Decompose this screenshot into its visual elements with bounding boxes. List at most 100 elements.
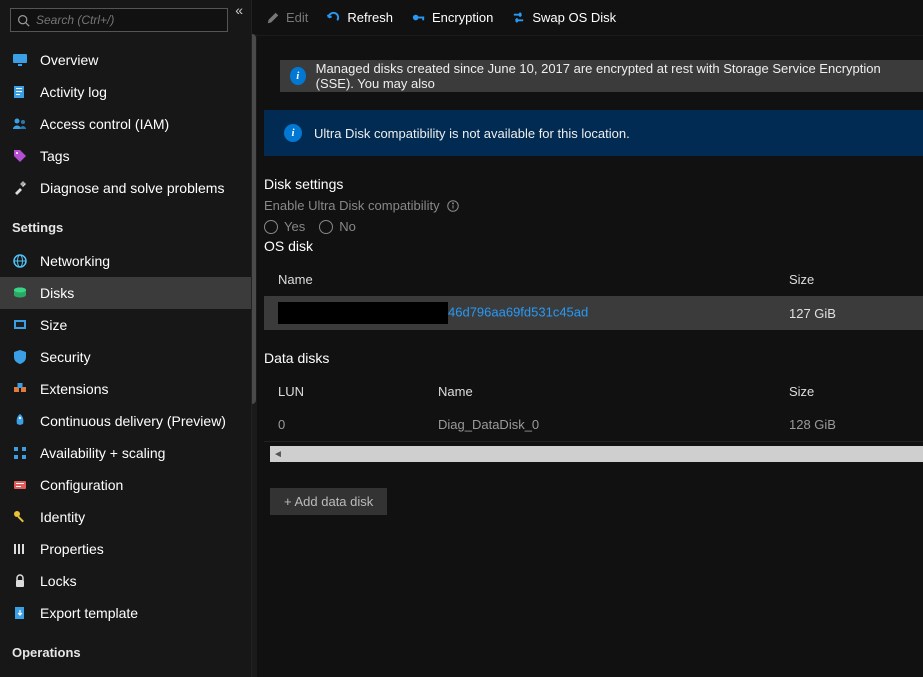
- sidebar-item-access-control[interactable]: Access control (IAM): [0, 108, 251, 140]
- info-outline-icon[interactable]: [446, 199, 460, 213]
- col-name: Name: [438, 384, 789, 399]
- os-disk-size: 127 GiB: [789, 306, 909, 321]
- data-disks-title: Data disks: [264, 350, 923, 366]
- sidebar-item-label: Size: [40, 317, 67, 333]
- sidebar-item-label: Locks: [40, 573, 77, 589]
- col-lun: LUN: [278, 384, 438, 399]
- data-disk-lun: 0: [278, 417, 438, 432]
- sidebar-item-label: Properties: [40, 541, 104, 557]
- settings-heading: Settings: [0, 208, 251, 241]
- search-input-wrap[interactable]: [10, 8, 228, 32]
- sidebar-item-label: Identity: [40, 509, 85, 525]
- data-disks-table: LUN Name Size 0 Diag_DataDisk_0 128 GiB: [264, 374, 923, 442]
- toolbar: Edit Refresh Encryption Swap OS Disk: [252, 0, 923, 36]
- toolbar-label: Swap OS Disk: [532, 10, 616, 25]
- sidebar-item-label: Export template: [40, 605, 138, 621]
- radio-circle-icon: [264, 220, 278, 234]
- sidebar-item-locks[interactable]: Locks: [0, 565, 251, 597]
- disk-icon: [12, 285, 28, 301]
- os-disk-table: Name Size 46d796aa69fd531c45ad 127 GiB: [264, 262, 923, 330]
- info-banner: i Managed disks created since June 10, 2…: [280, 60, 923, 92]
- sidebar-item-configuration[interactable]: Configuration: [0, 469, 251, 501]
- refresh-button[interactable]: Refresh: [326, 10, 393, 25]
- sidebar-item-export-template[interactable]: Export template: [0, 597, 251, 629]
- sidebar-item-label: Configuration: [40, 477, 123, 493]
- sidebar-item-label: Tags: [40, 148, 70, 164]
- redacted-disk-name: [278, 302, 448, 324]
- sidebar-item-label: Security: [40, 349, 91, 365]
- search-input[interactable]: [36, 13, 221, 27]
- sidebar-item-label: Continuous delivery (Preview): [40, 413, 226, 429]
- sidebar-item-label: Activity log: [40, 84, 107, 100]
- col-name: Name: [278, 272, 438, 287]
- sidebar-item-availability-scaling[interactable]: Availability + scaling: [0, 437, 251, 469]
- toolbar-label: Edit: [286, 10, 308, 25]
- export-icon: [12, 605, 28, 621]
- properties-icon: [12, 541, 28, 557]
- tag-icon: [12, 148, 28, 164]
- sidebar-item-disks[interactable]: Disks: [0, 277, 251, 309]
- nav-top: Overview Activity log Access control (IA…: [0, 40, 251, 208]
- lock-icon: [12, 573, 28, 589]
- refresh-icon: [326, 10, 341, 25]
- col-size: Size: [789, 272, 909, 287]
- monitor-icon: [12, 52, 28, 68]
- swap-icon: [511, 10, 526, 25]
- sidebar-item-security[interactable]: Security: [0, 341, 251, 373]
- sidebar-item-label: Access control (IAM): [40, 116, 169, 132]
- sidebar-item-properties[interactable]: Properties: [0, 533, 251, 565]
- sidebar-item-label: Diagnose and solve problems: [40, 180, 224, 196]
- disk-settings-title: Disk settings: [264, 176, 923, 192]
- sidebar-item-tags[interactable]: Tags: [0, 140, 251, 172]
- sidebar-item-identity[interactable]: Identity: [0, 501, 251, 533]
- scaling-icon: [12, 445, 28, 461]
- sidebar-item-diagnose[interactable]: Diagnose and solve problems: [0, 172, 251, 204]
- os-disk-name-link[interactable]: 46d796aa69fd531c45ad: [448, 304, 588, 319]
- main-scrollbar[interactable]: [252, 34, 257, 677]
- ultra-disk-yes-radio[interactable]: Yes: [264, 219, 305, 234]
- col-size: Size: [789, 384, 909, 399]
- pencil-icon: [266, 11, 280, 25]
- operations-heading: Operations: [0, 633, 251, 666]
- sidebar-item-overview[interactable]: Overview: [0, 44, 251, 76]
- data-disk-row[interactable]: 0 Diag_DataDisk_0 128 GiB: [264, 408, 923, 442]
- network-icon: [12, 253, 28, 269]
- data-disk-name: Diag_DataDisk_0: [438, 417, 789, 432]
- scrollbar-thumb[interactable]: [252, 34, 256, 404]
- toolbar-label: Refresh: [347, 10, 393, 25]
- main-panel: Edit Refresh Encryption Swap OS Disk i M…: [252, 0, 923, 677]
- sidebar-item-size[interactable]: Size: [0, 309, 251, 341]
- toolbar-label: Encryption: [432, 10, 493, 25]
- banner-text: Managed disks created since June 10, 201…: [316, 61, 913, 91]
- horizontal-scrollbar[interactable]: ◄: [270, 446, 923, 462]
- scroll-left-arrow-icon[interactable]: ◄: [270, 446, 286, 462]
- table-header: Name Size: [264, 262, 923, 296]
- tools-icon: [12, 180, 28, 196]
- edit-button[interactable]: Edit: [266, 10, 308, 25]
- sidebar-item-label: Disks: [40, 285, 74, 301]
- nav-settings: Networking Disks Size Security Extension…: [0, 241, 251, 633]
- size-icon: [12, 317, 28, 333]
- sidebar-item-extensions[interactable]: Extensions: [0, 373, 251, 405]
- key-icon: [12, 509, 28, 525]
- ultra-disk-label: Enable Ultra Disk compatibility: [264, 198, 460, 213]
- sidebar-item-networking[interactable]: Networking: [0, 245, 251, 277]
- notice-text: Ultra Disk compatibility is not availabl…: [314, 126, 630, 141]
- ultra-disk-notice: i Ultra Disk compatibility is not availa…: [264, 110, 923, 156]
- sidebar-item-activity-log[interactable]: Activity log: [0, 76, 251, 108]
- collapse-sidebar-icon[interactable]: «: [235, 2, 243, 18]
- key-icon: [411, 10, 426, 25]
- sidebar-item-continuous-delivery[interactable]: Continuous delivery (Preview): [0, 405, 251, 437]
- rocket-icon: [12, 413, 28, 429]
- people-icon: [12, 116, 28, 132]
- swap-os-disk-button[interactable]: Swap OS Disk: [511, 10, 616, 25]
- add-data-disk-button[interactable]: + Add data disk: [270, 488, 387, 515]
- radio-circle-icon: [319, 220, 333, 234]
- os-disk-row[interactable]: 46d796aa69fd531c45ad 127 GiB: [264, 296, 923, 330]
- ultra-disk-no-radio[interactable]: No: [319, 219, 356, 234]
- info-icon: i: [284, 124, 302, 142]
- encryption-button[interactable]: Encryption: [411, 10, 493, 25]
- table-header: LUN Name Size: [264, 374, 923, 408]
- radio-label: Yes: [284, 219, 305, 234]
- sidebar-item-label: Availability + scaling: [40, 445, 165, 461]
